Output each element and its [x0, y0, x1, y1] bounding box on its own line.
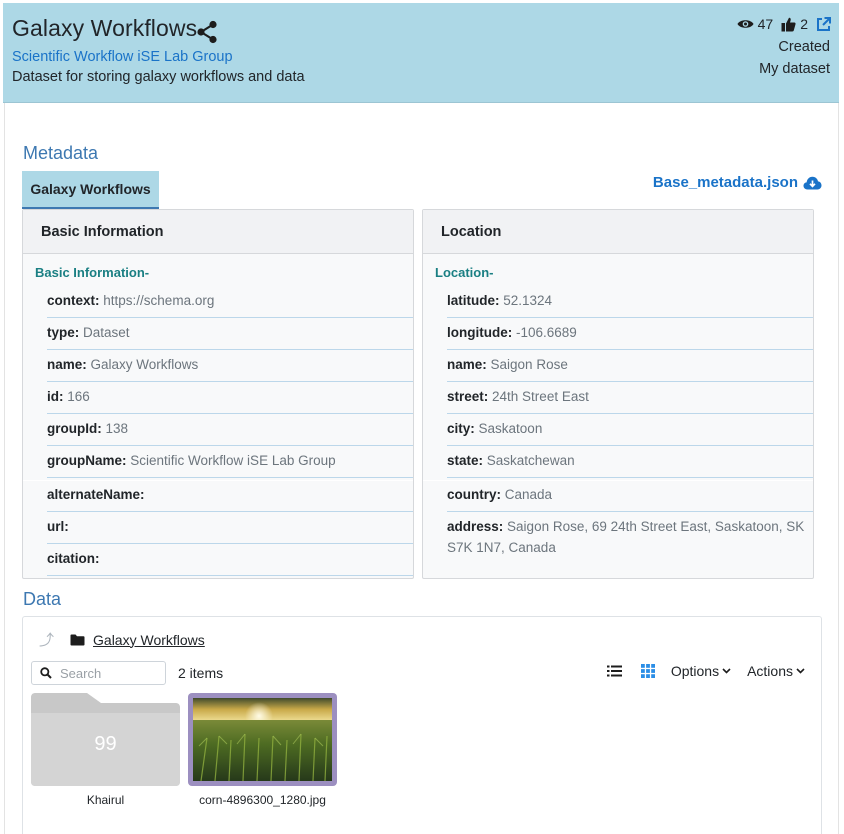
level-up-icon[interactable]: ⤴: [39, 629, 54, 650]
field-id: id: 166: [47, 382, 413, 414]
chevron-down-icon: [796, 668, 805, 674]
location-header: Location: [423, 210, 813, 254]
corn-thumbnail-image: [193, 698, 332, 782]
download-metadata-button[interactable]: Base_metadata.json: [653, 174, 822, 191]
actions-label: Actions: [747, 663, 793, 679]
field-state: state: Saskatchewan: [447, 446, 813, 478]
field-groupname: groupName: Scientific Workflow iSE Lab G…: [47, 446, 413, 478]
view-count: 47: [757, 16, 774, 32]
created-label: Created: [778, 39, 830, 55]
image-tile-corn[interactable]: [188, 693, 337, 786]
breadcrumb-galaxy-workflows[interactable]: Galaxy Workflows: [93, 632, 205, 648]
field-street: street: 24th Street East: [447, 382, 813, 414]
share-icon[interactable]: [196, 20, 218, 44]
metadata-section-title: Metadata: [23, 143, 99, 163]
thumbs-up-icon[interactable]: [781, 17, 796, 32]
file-toolbar: Options Actions: [588, 663, 805, 679]
file-browser: ⤴ Galaxy Workflows Search 2 items Option…: [22, 616, 822, 834]
search-placeholder: Search: [60, 665, 102, 681]
field-alternatename: alternateName:: [47, 480, 413, 512]
folder-tile-khairul[interactable]: 99: [31, 693, 180, 786]
field-latitude: latitude: 52.1324: [447, 286, 813, 318]
field-location-name: name: Saigon Rose: [447, 350, 813, 382]
field-url: url:: [47, 512, 413, 544]
breadcrumb: ⤴ Galaxy Workflows: [39, 629, 205, 650]
field-longitude: longitude: -106.6689: [447, 318, 813, 350]
field-groupid: groupId: 138: [47, 414, 413, 446]
location-subheader[interactable]: Location-: [435, 265, 494, 280]
field-address: address: Saigon Rose, 69 24th Street Eas…: [447, 519, 805, 555]
options-dropdown[interactable]: Options: [671, 663, 731, 679]
location-card: Location Location- latitude: 52.1324 lon…: [422, 209, 814, 579]
external-link-icon[interactable]: [816, 16, 831, 32]
actions-dropdown[interactable]: Actions: [747, 663, 805, 679]
folder-name[interactable]: Khairul: [31, 793, 180, 807]
tab-galaxy-workflows[interactable]: Galaxy Workflows: [22, 171, 159, 209]
items-count: 2 items: [178, 665, 224, 681]
data-section-title: Data: [23, 589, 62, 609]
field-city: city: Saskatoon: [447, 414, 813, 446]
page-title: Galaxy Workflows: [12, 15, 198, 41]
field-type: type: Dataset: [47, 318, 413, 350]
cloud-download-icon: [803, 176, 822, 189]
list-view-icon[interactable]: [604, 665, 622, 677]
basic-info-subheader[interactable]: Basic Information-: [35, 265, 149, 280]
folder-icon: [70, 634, 85, 645]
search-icon: [40, 667, 52, 679]
chevron-down-icon: [722, 668, 731, 674]
folder-item-count: 99: [94, 733, 117, 755]
group-link[interactable]: Scientific Workflow iSE Lab Group: [12, 49, 233, 65]
field-name: name: Galaxy Workflows: [47, 350, 413, 382]
grid-view-icon[interactable]: [638, 664, 655, 678]
eye-icon: [737, 18, 754, 30]
owner-label: My dataset: [759, 61, 830, 77]
image-file-name[interactable]: corn-4896300_1280.jpg: [188, 793, 337, 807]
basic-info-header: Basic Information: [23, 210, 413, 254]
dataset-stats: 47 2: [737, 16, 831, 32]
basic-info-card: Basic Information Basic Information- con…: [22, 209, 414, 579]
field-country: country: Canada: [447, 480, 813, 512]
search-input[interactable]: Search: [31, 661, 166, 685]
dataset-header: Galaxy Workflows Scientific Workflow iSE…: [3, 3, 839, 103]
dataset-description: Dataset for storing galaxy workflows and…: [12, 69, 305, 85]
download-metadata-label: Base_metadata.json: [652, 174, 798, 191]
field-context: context: https://schema.org: [47, 286, 413, 318]
like-count: 2: [800, 16, 808, 32]
field-citation: citation:: [47, 544, 413, 576]
options-label: Options: [670, 663, 720, 679]
